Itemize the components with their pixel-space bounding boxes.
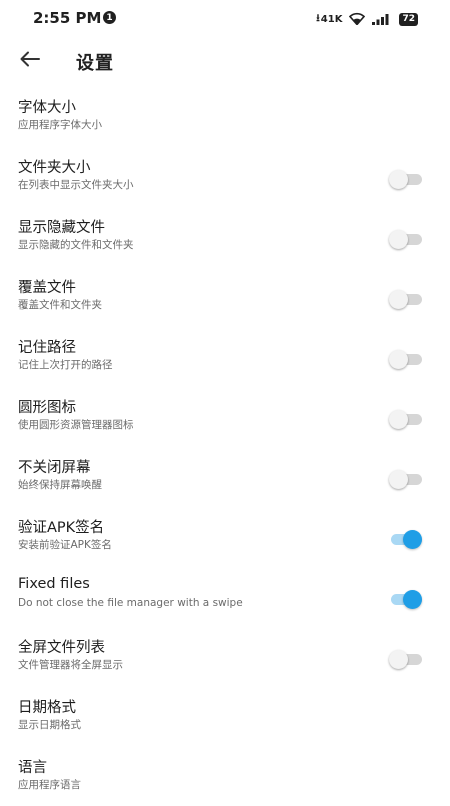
remember-path-switch[interactable] [389, 349, 423, 371]
setting-fullscreen-file-list[interactable]: 全屏文件列表 文件管理器将全屏显示 [0, 626, 450, 686]
setting-folder-size[interactable]: 文件夹大小 在列表中显示文件夹大小 [0, 146, 450, 206]
notification-badge: 1 [103, 11, 116, 24]
setting-title: 全屏文件列表 [18, 640, 105, 656]
overwrite-files-switch[interactable] [389, 289, 423, 311]
setting-date-format[interactable]: 日期格式 显示日期格式 [0, 686, 450, 746]
setting-subtitle: 应用程序字体大小 [18, 119, 102, 131]
setting-title: 记住路径 [18, 340, 76, 356]
status-time: 2:55 PM [33, 9, 102, 27]
wifi-icon [349, 10, 366, 29]
status-icons: ⭳ 41K 72 [316, 10, 418, 29]
setting-title: 覆盖文件 [18, 280, 76, 296]
setting-subtitle: 覆盖文件和文件夹 [18, 299, 102, 311]
page-title: 设置 [76, 53, 114, 74]
arrow-left-icon [20, 51, 40, 71]
setting-show-hidden-files[interactable]: 显示隐藏文件 显示隐藏的文件和文件夹 [0, 206, 450, 266]
setting-title: 圆形图标 [18, 400, 76, 416]
setting-title: 语言 [18, 760, 47, 776]
back-button[interactable] [14, 48, 46, 74]
setting-language[interactable]: 语言 应用程序语言 [0, 746, 450, 806]
signal-icon [372, 10, 392, 29]
round-icons-switch[interactable] [389, 409, 423, 431]
setting-font-size[interactable]: 字体大小 应用程序字体大小 [0, 86, 450, 146]
setting-subtitle: 安装前验证APK签名 [18, 539, 112, 551]
download-arrow-icon: ⭳ [316, 13, 320, 24]
setting-subtitle: 在列表中显示文件夹大小 [18, 179, 134, 191]
setting-subtitle: Do not close the file manager with a swi… [18, 597, 243, 609]
keep-screen-on-switch[interactable] [389, 469, 423, 491]
setting-remember-path[interactable]: 记住路径 记住上次打开的路径 [0, 326, 450, 386]
setting-title: 显示隐藏文件 [18, 220, 105, 236]
setting-title: 字体大小 [18, 100, 76, 116]
setting-keep-screen-on[interactable]: 不关闭屏幕 始终保持屏幕唤醒 [0, 446, 450, 506]
battery-indicator: 72 [399, 13, 418, 26]
status-bar: 2:55 PM 1 ⭳ 41K 72 [0, 0, 450, 36]
setting-subtitle: 显示日期格式 [18, 719, 81, 731]
show-hidden-files-switch[interactable] [389, 229, 423, 251]
fixed-files-switch[interactable] [389, 589, 423, 611]
setting-title: Fixed files [18, 576, 90, 592]
setting-subtitle: 始终保持屏幕唤醒 [18, 479, 102, 491]
settings-list: 字体大小 应用程序字体大小 文件夹大小 在列表中显示文件夹大小 显示隐藏文件 显… [0, 86, 450, 806]
setting-subtitle: 使用圆形资源管理器图标 [18, 419, 134, 431]
folder-size-switch[interactable] [389, 169, 423, 191]
app-bar: 设置 [0, 36, 450, 86]
setting-verify-apk-signature[interactable]: 验证APK签名 安装前验证APK签名 [0, 506, 450, 566]
verify-apk-signature-switch[interactable] [389, 529, 423, 551]
setting-title: 验证APK签名 [18, 520, 105, 536]
setting-subtitle: 记住上次打开的路径 [18, 359, 113, 371]
setting-subtitle: 应用程序语言 [18, 779, 81, 791]
setting-title: 不关闭屏幕 [18, 460, 91, 476]
setting-title: 文件夹大小 [18, 160, 91, 176]
setting-overwrite-files[interactable]: 覆盖文件 覆盖文件和文件夹 [0, 266, 450, 326]
setting-fixed-files[interactable]: Fixed files Do not close the file manage… [0, 566, 450, 626]
setting-title: 日期格式 [18, 700, 76, 716]
setting-round-icons[interactable]: 圆形图标 使用圆形资源管理器图标 [0, 386, 450, 446]
network-speed-value: 41K [320, 14, 343, 25]
setting-subtitle: 文件管理器将全屏显示 [18, 659, 123, 671]
fullscreen-file-list-switch[interactable] [389, 649, 423, 671]
setting-subtitle: 显示隐藏的文件和文件夹 [18, 239, 134, 251]
network-speed: ⭳ 41K [316, 11, 342, 28]
